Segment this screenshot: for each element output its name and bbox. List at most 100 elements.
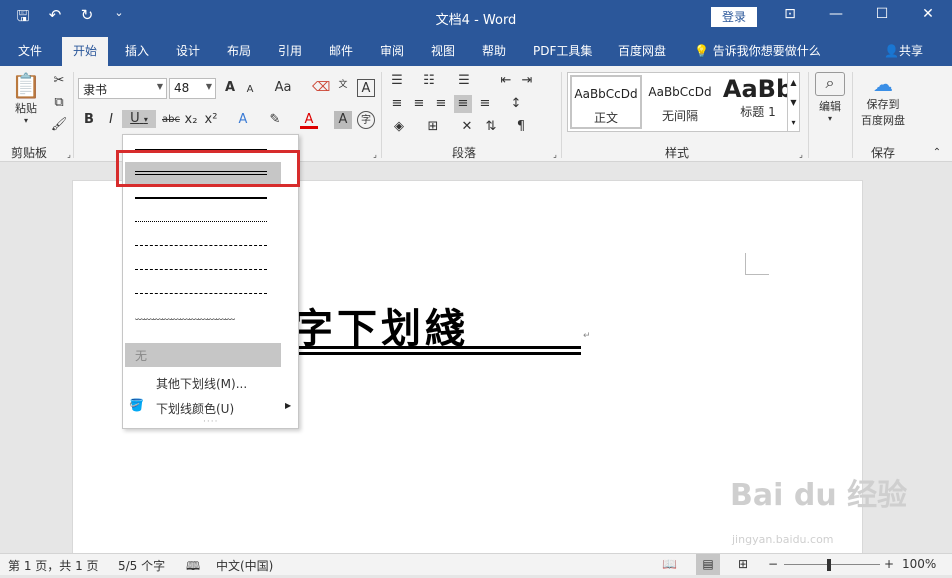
sort-icon[interactable]: ⇅ (482, 118, 500, 136)
tab-design[interactable]: 设计 (176, 42, 200, 59)
paste-dropdown-icon: ▾ (23, 116, 28, 125)
show-marks-icon[interactable]: ¶ (512, 118, 530, 136)
tab-help[interactable]: 帮助 (482, 42, 506, 59)
strikethrough-button[interactable]: abc (160, 111, 182, 129)
underline-option-dash-dot-dot[interactable] (125, 282, 281, 306)
text-effects-icon[interactable]: A (234, 111, 252, 129)
collapse-ribbon-icon[interactable]: ⌃ (928, 144, 946, 162)
tab-insert[interactable]: 插入 (125, 42, 149, 59)
styles-scroll[interactable]: ▲ ▼ ▾ (787, 72, 800, 132)
align-left-icon[interactable]: ≡ (388, 95, 406, 113)
enclose-char-icon[interactable]: 字 (357, 111, 375, 129)
tab-pdf-tools[interactable]: PDF工具集 (533, 42, 592, 59)
styles-gallery: AaBbCcDd 正文 AaBbCcDd 无间隔 AaBb 标题 1 (567, 72, 800, 132)
underline-option-none[interactable]: 无 (125, 343, 281, 367)
paste-button[interactable]: 📋 粘贴 ▾ (10, 72, 42, 125)
justify-icon[interactable]: ≡ (454, 95, 472, 113)
char-shading-icon[interactable]: A (334, 111, 352, 129)
underline-option-dash-dot[interactable] (125, 258, 281, 282)
superscript-button[interactable]: x² (202, 111, 220, 129)
underline-option-dotted[interactable] (125, 210, 281, 234)
align-center-icon[interactable]: ≡ (410, 95, 428, 113)
zoom-slider[interactable] (784, 564, 880, 565)
numbering-icon[interactable]: ☷ (420, 72, 438, 90)
chevron-down-icon: ▾ (143, 115, 148, 124)
decrease-indent-icon[interactable]: ⇤ (497, 72, 515, 90)
copy-icon[interactable]: ⧉ (50, 94, 68, 112)
tab-baidu-netdisk[interactable]: 百度网盘 (618, 42, 666, 59)
save-to-baidu-button[interactable]: ☁ 保存到 百度网盘 (857, 72, 909, 128)
subscript-button[interactable]: x₂ (182, 111, 200, 129)
tab-review[interactable]: 审阅 (380, 42, 404, 59)
tab-references[interactable]: 引用 (278, 42, 302, 59)
word-count[interactable]: 5/5 个字 (118, 557, 165, 574)
chinese-layout-icon[interactable]: ✕ (458, 118, 476, 136)
style-heading-1[interactable]: AaBb 标题 1 (718, 75, 798, 129)
highlight-icon[interactable]: ✎ (266, 111, 284, 129)
borders-icon[interactable]: ⊞ (424, 118, 442, 136)
print-layout-icon[interactable]: ▤ (696, 554, 720, 575)
maximize-icon[interactable]: ☐ (872, 6, 892, 22)
lightbulb-icon: 💡 (694, 44, 709, 58)
font-color-icon[interactable]: A (300, 111, 318, 129)
login-button[interactable]: 登录 (711, 7, 757, 27)
line-spacing-icon[interactable]: ↕ (507, 95, 525, 113)
read-mode-icon[interactable]: 📖 (662, 557, 677, 571)
font-size-combo[interactable]: 48 ▼ (169, 78, 216, 99)
edit-button[interactable]: ⌕ 编辑 ▾ (815, 72, 845, 123)
italic-button[interactable]: I (102, 111, 120, 129)
distribute-icon[interactable]: ≡ (476, 95, 494, 113)
clipboard-icon: 📋 (11, 72, 41, 100)
zoom-in-icon[interactable]: + (884, 557, 894, 571)
resize-handle[interactable]: ···· (203, 417, 218, 427)
cut-icon[interactable]: ✂ (50, 72, 68, 90)
tab-mailings[interactable]: 邮件 (329, 42, 353, 59)
margin-corner-mark (745, 253, 769, 275)
clipboard-launcher-icon[interactable]: ⌟ (60, 146, 78, 164)
char-border-icon[interactable]: A (357, 79, 375, 97)
zoom-thumb[interactable] (827, 559, 831, 571)
increase-indent-icon[interactable]: ⇥ (518, 72, 536, 90)
zoom-out-icon[interactable]: − (768, 557, 778, 571)
phonetic-guide-icon[interactable]: 文 (334, 76, 352, 94)
paragraph-mark-icon: ↵ (583, 331, 591, 341)
tab-layout[interactable]: 布局 (227, 42, 251, 59)
separator (561, 72, 562, 158)
save-group-label: 保存 (871, 146, 896, 160)
style-normal[interactable]: AaBbCcDd 正文 (570, 75, 642, 129)
style-no-spacing[interactable]: AaBbCcDd 无间隔 (644, 75, 716, 129)
format-painter-icon[interactable]: 🖌 (50, 116, 68, 134)
underline-color-item[interactable]: 下划线颜色(U) (156, 400, 234, 417)
zoom-level[interactable]: 100% (902, 557, 936, 571)
change-case-label: Aa (274, 80, 292, 95)
minimize-icon[interactable]: — (826, 6, 846, 22)
page-count[interactable]: 第 1 页，共 1 页 (8, 557, 99, 574)
underline-button[interactable]: U ▾ (122, 110, 156, 128)
align-right-icon[interactable]: ≡ (432, 95, 450, 113)
change-case-icon[interactable]: Aa (270, 79, 296, 97)
grow-font-icon[interactable]: A (221, 79, 239, 97)
tell-me-text: 告诉我你想要做什么 (712, 44, 821, 58)
multilevel-list-icon[interactable]: ☰ (455, 72, 473, 90)
more-underlines-item[interactable]: 其他下划线(M)... (156, 375, 247, 392)
underline-option-wave[interactable]: ﹏﹏﹏﹏﹏﹏﹏﹏﹏﹏﹏ (125, 306, 281, 330)
style-name: 无间隔 (661, 109, 698, 123)
tell-me-box[interactable]: 💡 告诉我你想要做什么 (694, 42, 821, 59)
share-button[interactable]: 👤共享 (884, 42, 923, 59)
tab-home[interactable]: 开始 (62, 37, 109, 66)
tab-file[interactable]: 文件 (18, 42, 42, 59)
ribbon-display-icon[interactable]: ⊡ (780, 6, 800, 22)
bullets-icon[interactable]: ☰ (388, 72, 406, 90)
shrink-font-icon[interactable]: A (241, 81, 259, 99)
language[interactable]: 中文(中国) (216, 557, 273, 574)
clear-format-icon[interactable]: ⌫ (312, 79, 330, 97)
underline-option-thick[interactable] (125, 186, 281, 210)
font-name-combo[interactable]: 隶书 ▼ (78, 78, 167, 99)
chevron-right-icon: ▶ (285, 401, 292, 410)
web-layout-icon[interactable]: ⊞ (738, 557, 748, 571)
bold-button[interactable]: B (80, 111, 98, 129)
shading-icon[interactable]: ◈ (390, 118, 408, 136)
close-icon[interactable]: ✕ (918, 6, 938, 22)
underline-option-dashed[interactable] (125, 234, 281, 258)
tab-view[interactable]: 视图 (431, 42, 455, 59)
